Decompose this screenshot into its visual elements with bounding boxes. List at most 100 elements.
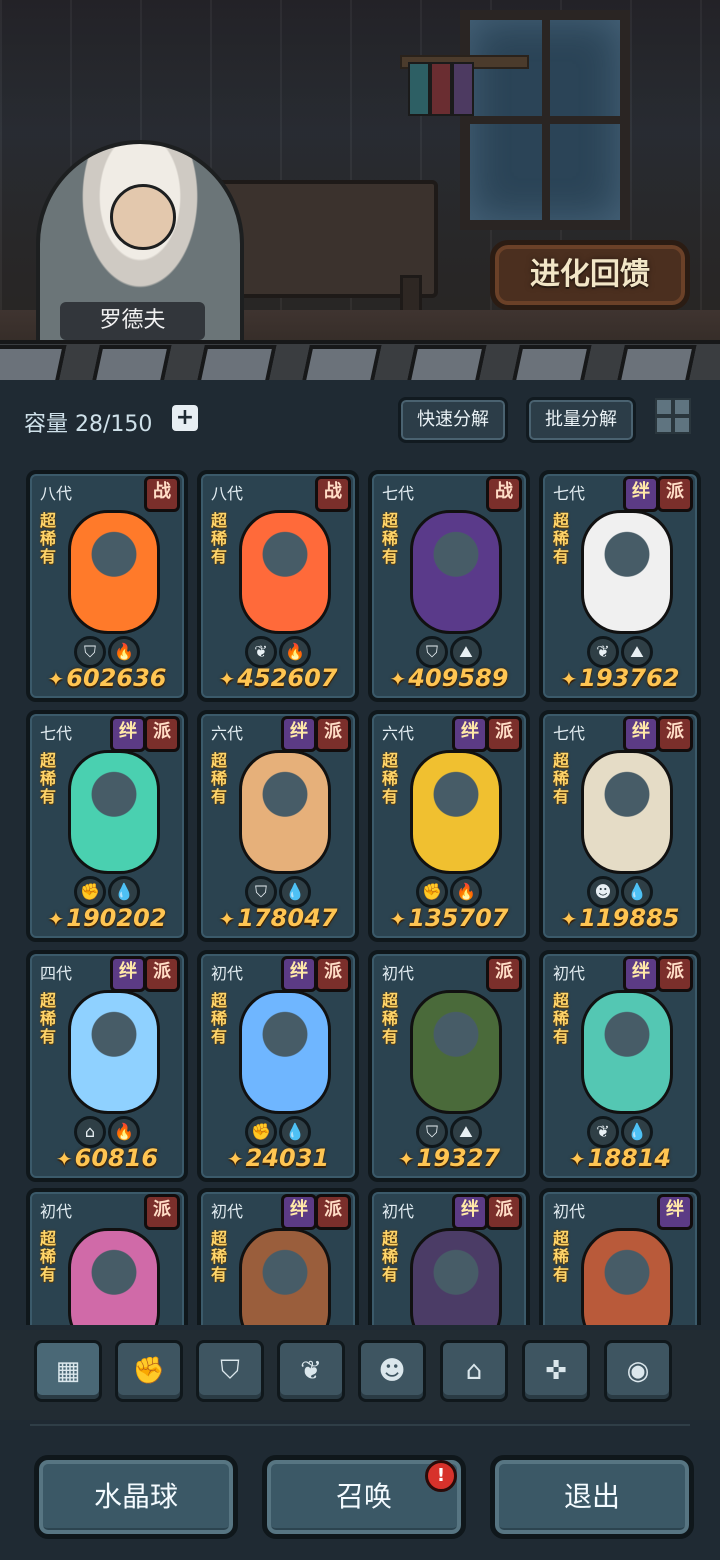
filter-bar: ▦ ✊ ⛉ ❦ ☻ ⌂ ✜ ◉	[0, 1330, 720, 1420]
trait-tag: 战	[315, 476, 351, 512]
monster-card[interactable]: 七代派绊超稀有 ✊ 💧 ✦190202	[26, 710, 188, 942]
filter-leaf[interactable]: ❦	[277, 1340, 345, 1402]
monster-portrait	[410, 1228, 502, 1325]
monster-portrait	[581, 990, 673, 1114]
fist-icon: ✊	[132, 1356, 166, 1386]
monster-card[interactable]: 初代派超稀有 ⛉ ⛰ ✦19327	[368, 950, 530, 1182]
stone	[405, 345, 487, 380]
capacity-label: 容量	[24, 412, 69, 437]
trait-tag: 绊	[623, 956, 659, 992]
trait-tag: 绊	[281, 716, 317, 752]
power-value: ✦190202	[30, 904, 184, 932]
trait-tag: 派	[657, 476, 693, 512]
trait-tag: 绊	[110, 716, 146, 752]
monster-card[interactable]: 七代派绊超稀有 ☻ 💧 ✦119885	[539, 710, 701, 942]
rarity-label: 超稀有	[382, 991, 399, 1046]
monster-card[interactable]: 七代派绊超稀有 ❦ ⛰ ✦193762	[539, 470, 701, 702]
monster-card[interactable]: 六代派绊超稀有 ✊ 🔥 ✦135707	[368, 710, 530, 942]
trait-tag: 派	[144, 956, 180, 992]
monster-card[interactable]: 八代战超稀有 ❦ 🔥 ✦452607	[197, 470, 359, 702]
monster-portrait	[239, 1228, 331, 1325]
monster-card[interactable]: 初代 绊超稀有	[539, 1188, 701, 1325]
window	[460, 10, 630, 230]
monster-card[interactable]: 六代派绊超稀有 ⛉ 💧 ✦178047	[197, 710, 359, 942]
generation-label: 初代	[211, 1202, 244, 1221]
trait-tag: 绊	[281, 956, 317, 992]
generation-label: 初代	[382, 964, 415, 983]
filter-fist[interactable]: ✊	[115, 1340, 183, 1402]
trait-tag: 绊	[452, 1194, 488, 1230]
rarity-label: 超稀有	[40, 751, 57, 806]
trait-tag: 派	[486, 1194, 522, 1230]
tower-icon: ⌂	[465, 1356, 483, 1386]
grid-view-icon[interactable]	[655, 398, 691, 434]
power-value: ✦409589	[372, 664, 526, 692]
trait-tag: 战	[144, 476, 180, 512]
filter-mask[interactable]: ☻	[358, 1340, 426, 1402]
book	[430, 62, 452, 116]
rarity-label: 超稀有	[553, 991, 570, 1046]
power-value: ✦19327	[372, 1144, 526, 1172]
monster-card[interactable]: 初代 派超稀有	[26, 1188, 188, 1325]
filter-tower[interactable]: ⌂	[440, 1340, 508, 1402]
batch-decompose-button[interactable]: 批量分解	[526, 397, 636, 443]
filter-stack[interactable]: ▦	[34, 1340, 102, 1402]
monster-card[interactable]: 初代派绊超稀有 ✊ 💧 ✦24031	[197, 950, 359, 1182]
power-number: 193762	[579, 664, 680, 692]
npc-name-label: 罗德夫	[60, 302, 205, 340]
power-icon: ✦	[389, 667, 407, 691]
evolve-feedback-button[interactable]: 进化回馈	[490, 240, 690, 310]
monster-portrait	[410, 990, 502, 1114]
monster-portrait	[68, 990, 160, 1114]
monster-portrait	[68, 1228, 160, 1325]
trait-tag: 派	[657, 716, 693, 752]
trait-tag: 派	[315, 956, 351, 992]
rarity-label: 超稀有	[553, 751, 570, 806]
power-number: 178047	[237, 904, 338, 932]
power-value: ✦193762	[543, 664, 697, 692]
generation-label: 初代	[211, 964, 244, 983]
rarity-label: 超稀有	[553, 1229, 570, 1284]
generation-label: 初代	[553, 1202, 586, 1221]
power-number: 602636	[66, 664, 167, 692]
rarity-label: 超稀有	[211, 751, 228, 806]
monster-portrait	[410, 510, 502, 634]
rarity-label: 超稀有	[40, 991, 57, 1046]
monster-card[interactable]: 初代派绊超稀有 ❦ 💧 ✦18814	[539, 950, 701, 1182]
filter-crosshair[interactable]: ✜	[522, 1340, 590, 1402]
monster-portrait	[239, 510, 331, 634]
monster-card[interactable]: 初代 派绊超稀有	[368, 1188, 530, 1325]
generation-label: 七代	[553, 724, 586, 743]
crystal-ball-button[interactable]: 水晶球	[34, 1455, 238, 1539]
monster-card[interactable]: 初代 派绊超稀有	[197, 1188, 359, 1325]
quick-decompose-button[interactable]: 快速分解	[398, 397, 508, 443]
power-number: 190202	[66, 904, 167, 932]
power-icon: ✦	[47, 907, 65, 931]
rarity-label: 超稀有	[382, 511, 399, 566]
power-icon: ✦	[47, 667, 65, 691]
monster-card[interactable]: 四代派绊超稀有 ⌂ 🔥 ✦60816	[26, 950, 188, 1182]
exit-button[interactable]: 退出	[490, 1455, 694, 1539]
trait-tag: 派	[315, 716, 351, 752]
crosshair-icon: ✜	[545, 1356, 567, 1386]
stone	[90, 345, 172, 380]
monster-card[interactable]: 七代战超稀有 ⛉ ⛰ ✦409589	[368, 470, 530, 702]
shield-icon: ⛉	[220, 1355, 240, 1386]
power-icon: ✦	[560, 667, 578, 691]
filter-shield[interactable]: ⛉	[196, 1340, 264, 1402]
power-number: 60816	[74, 1144, 159, 1172]
trait-tag: 派	[486, 956, 522, 992]
stone	[510, 345, 592, 380]
bookshelf	[400, 55, 529, 116]
power-number: 119885	[579, 904, 680, 932]
generation-label: 四代	[40, 964, 73, 983]
monster-card[interactable]: 八代战超稀有 ⛉ 🔥 ✦602636	[26, 470, 188, 702]
filter-eye[interactable]: ◉	[604, 1340, 672, 1402]
power-value: ✦135707	[372, 904, 526, 932]
trait-tag: 绊	[657, 1194, 693, 1230]
add-capacity-button[interactable]: +	[172, 405, 198, 431]
power-number: 135707	[408, 904, 509, 932]
monster-portrait	[239, 990, 331, 1114]
trait-tag: 派	[315, 1194, 351, 1230]
trait-tag: 派	[486, 716, 522, 752]
